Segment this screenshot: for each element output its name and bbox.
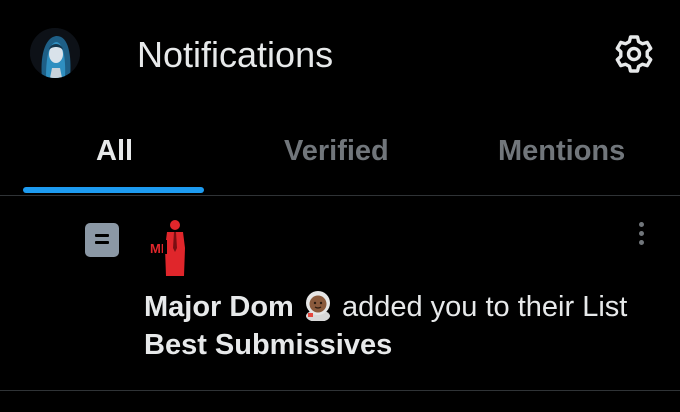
tab-mentions-label: Mentions [498, 135, 626, 167]
list-icon [85, 223, 119, 257]
tab-mentions[interactable]: Mentions [460, 112, 680, 196]
tab-all[interactable]: All [0, 112, 230, 196]
top-bar: Notifications [0, 0, 680, 112]
md-logo: MD [150, 220, 189, 276]
actor-avatar[interactable]: MD [144, 218, 202, 276]
gear-icon[interactable] [612, 32, 656, 76]
notification-item[interactable]: MD Major Dom added you to their List Bes… [0, 196, 680, 390]
more-vertical-icon[interactable] [630, 220, 654, 248]
md-logo-m: MD [150, 241, 170, 256]
tab-verified-label: Verified [284, 135, 389, 167]
notification-text: Major Dom added you to their List Best S… [144, 288, 644, 364]
user-avatar[interactable] [30, 28, 80, 78]
tab-verified[interactable]: Verified [230, 112, 460, 196]
actor-name[interactable]: Major Dom [144, 291, 294, 323]
list-name[interactable]: Best Submissives [144, 329, 392, 361]
notification-tabs: All Verified Mentions [0, 112, 680, 196]
divider [0, 390, 680, 391]
active-tab-indicator [23, 187, 204, 193]
tab-all-label: All [96, 135, 134, 167]
astronaut-emoji [302, 289, 334, 322]
avatar-image [30, 28, 80, 78]
notification-action: added you to their List [333, 291, 628, 323]
page-title: Notifications [137, 34, 334, 75]
